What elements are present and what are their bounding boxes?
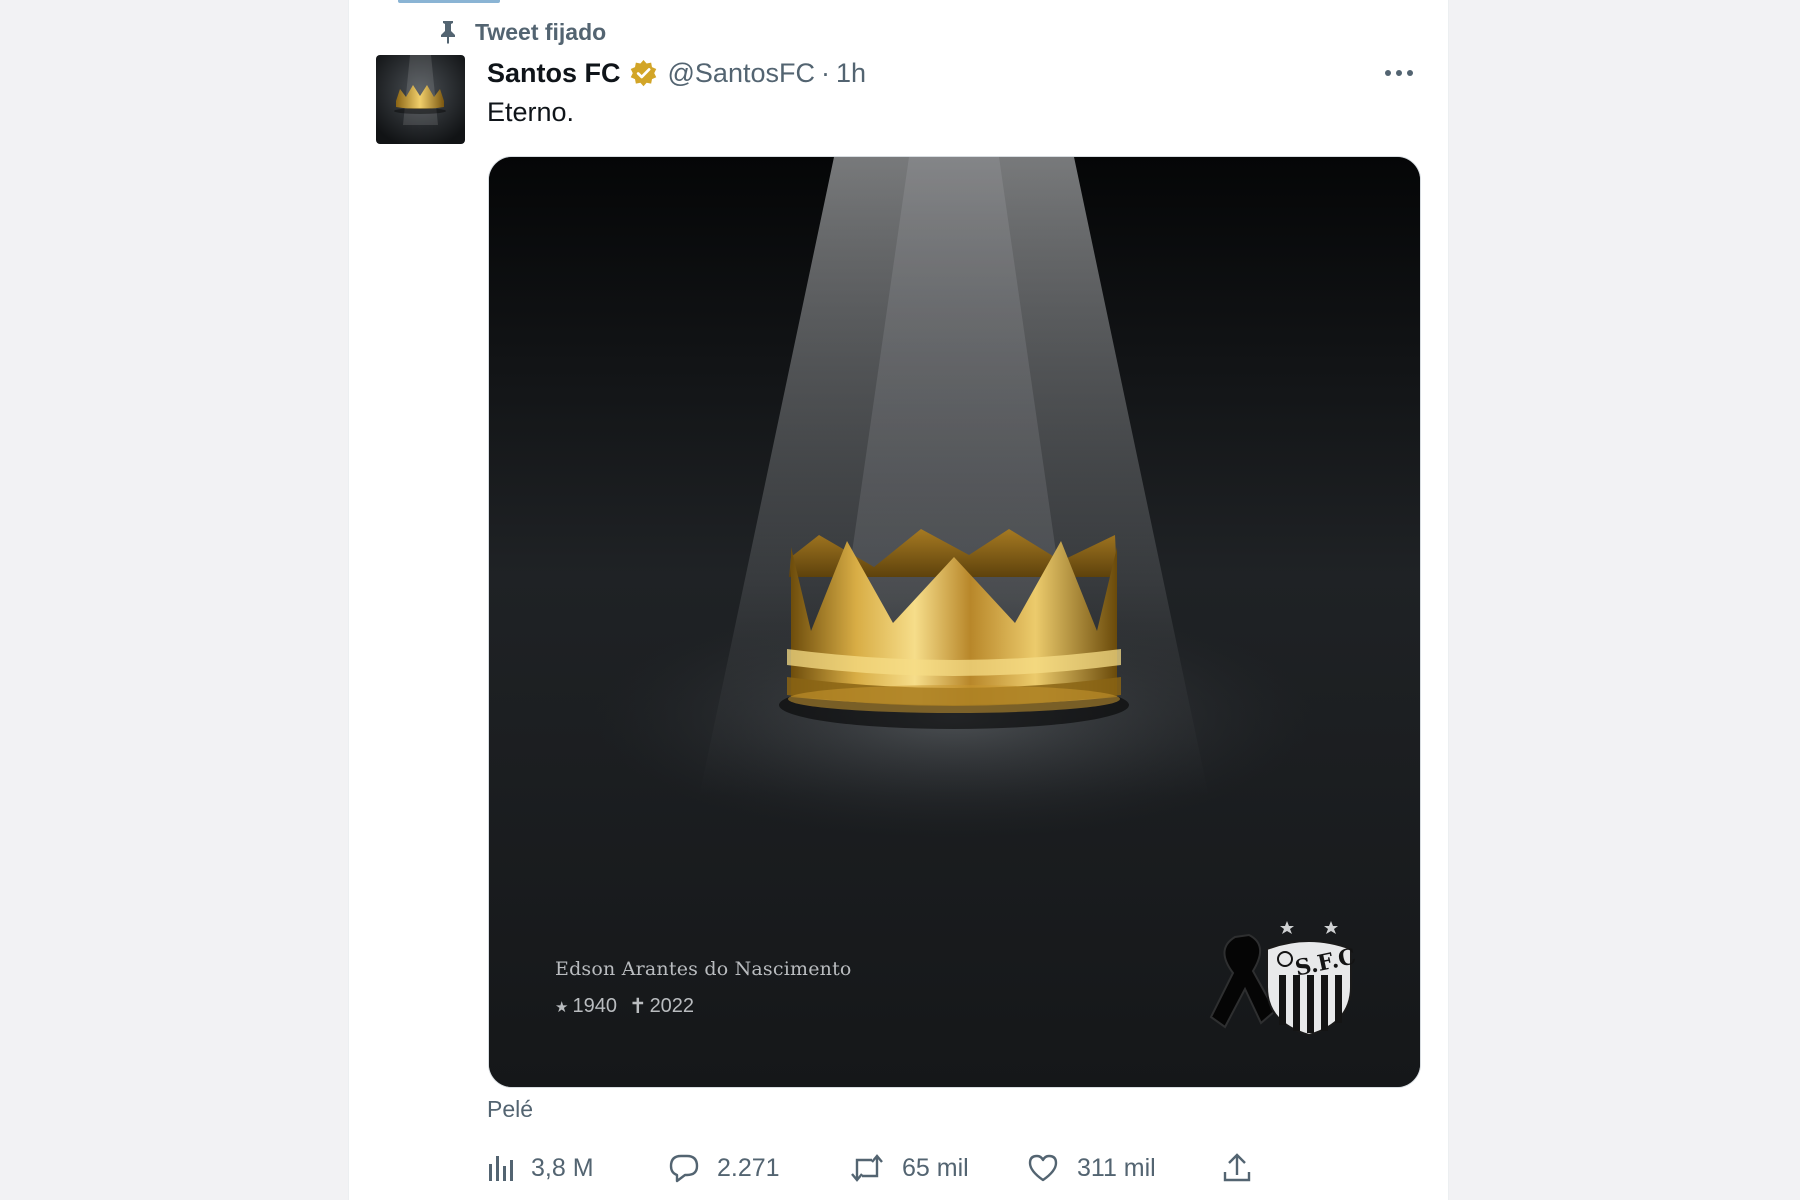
like-button[interactable]: 311 mil — [1027, 1148, 1156, 1188]
pinned-indicator: Tweet fijado — [437, 18, 606, 46]
more-options-icon — [1385, 70, 1413, 76]
santos-crest-logo: S.F.C. — [1209, 921, 1355, 1037]
tweet-card[interactable]: Tweet fijado Santos FC @SantosFC · 1h Et… — [348, 0, 1449, 1200]
heart-icon — [1028, 1154, 1058, 1182]
pin-icon — [441, 21, 455, 44]
pinned-label: Tweet fijado — [475, 18, 607, 45]
views-count: 3,8 M — [531, 1153, 594, 1182]
caption-years: ★ 1940 ✝ 2022 — [555, 994, 694, 1019]
verified-badge-icon — [630, 59, 656, 86]
birth-year: 1940 — [572, 995, 617, 1017]
tweet-header: Santos FC @SantosFC · 1h — [487, 56, 866, 90]
avatar[interactable] — [376, 55, 465, 144]
death-year: 2022 — [649, 995, 695, 1017]
views-chart-icon — [489, 1156, 513, 1181]
author-handle[interactable]: @SantosFC — [668, 58, 815, 89]
tweet-text: Eterno. — [487, 97, 575, 127]
media-label[interactable]: Pelé — [487, 1096, 533, 1123]
share-icon — [1223, 1153, 1251, 1182]
separator-dot: · — [820, 57, 830, 88]
caption-full-name: Edson Arantes do Nascimento — [555, 958, 852, 980]
retweet-icon — [851, 1154, 883, 1182]
tweet-timestamp[interactable]: 1h — [836, 58, 866, 89]
like-count: 311 mil — [1077, 1153, 1156, 1182]
tab-indicator — [398, 0, 500, 3]
cross-icon: ✝ — [628, 995, 647, 1018]
share-button[interactable] — [1223, 1148, 1251, 1188]
retweet-button[interactable]: 65 mil — [850, 1148, 969, 1188]
reply-button[interactable]: 2.271 — [669, 1148, 780, 1188]
author-name[interactable]: Santos FC — [487, 58, 621, 89]
reply-icon — [669, 1154, 699, 1183]
tweet-actions-bar: 3,8 M 2.271 65 mil 311 mil — [487, 1148, 1287, 1188]
views-button[interactable]: 3,8 M — [487, 1148, 594, 1188]
tweet-media-image[interactable]: Edson Arantes do Nascimento ★ 1940 ✝ 202… — [488, 156, 1421, 1088]
more-options-button[interactable] — [1381, 58, 1417, 88]
star-icon: ★ — [555, 998, 569, 1016]
retweet-count: 65 mil — [902, 1153, 969, 1182]
reply-count: 2.271 — [717, 1153, 780, 1182]
